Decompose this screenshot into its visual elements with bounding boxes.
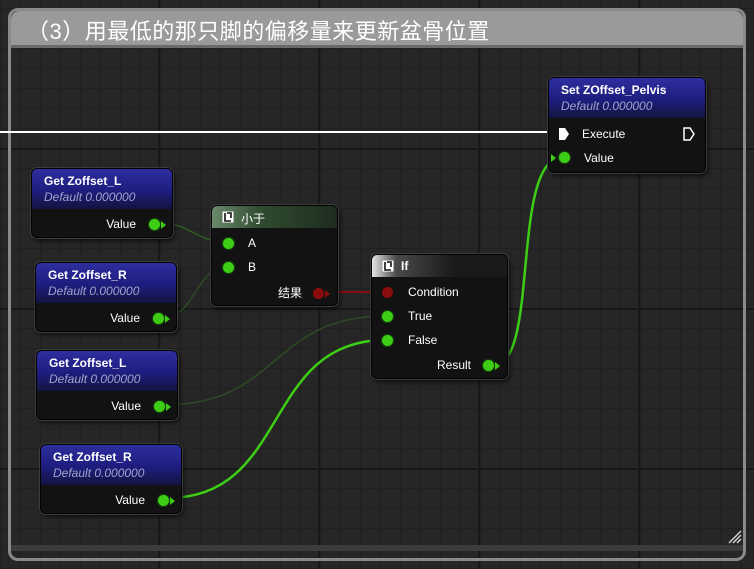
exec-in-pin-icon[interactable] [558, 127, 570, 141]
node-subtitle: Default 0.000000 [48, 284, 140, 298]
value-out-pin[interactable] [153, 313, 164, 324]
value-label: Value [115, 493, 145, 507]
value-label: Value [110, 311, 140, 325]
true-label: True [408, 309, 433, 323]
exec-out-pin-icon[interactable] [683, 127, 695, 141]
function-icon [222, 211, 234, 223]
execute-label: Execute [582, 127, 626, 141]
get-zoffset-r-node-1[interactable]: Get Zoffset_R Default 0.000000 Value [35, 262, 177, 332]
node-subtitle: Default 0.000000 [49, 372, 141, 386]
false-label: False [408, 333, 438, 347]
b-in-pin[interactable] [223, 262, 234, 273]
value-out-arrow-icon [161, 221, 166, 229]
less-than-node[interactable]: 小于 A B 结果 [211, 205, 338, 306]
false-in-pin[interactable] [382, 335, 393, 346]
value-out-pin[interactable] [158, 495, 169, 506]
get-zoffset-l-node-2[interactable]: Get Zoffset_L Default 0.000000 Value [36, 350, 178, 420]
value-out-arrow-icon [165, 315, 170, 323]
graph-canvas[interactable]: （3）用最低的那只脚的偏移量来更新盆骨位置 Set ZOffset_Pelvis… [0, 0, 754, 569]
condition-label: Condition [408, 285, 459, 299]
function-icon [382, 260, 394, 272]
wire-r2-to-false[interactable] [167, 338, 387, 500]
true-in-pin[interactable] [382, 311, 393, 322]
a-in-pin[interactable] [223, 238, 234, 249]
result-out-pin[interactable] [483, 360, 494, 371]
value-label: Value [106, 217, 136, 231]
result-label: Result [437, 358, 472, 372]
value-label: Value [111, 399, 141, 413]
node-title: If [401, 259, 409, 273]
value-out-arrow-icon [166, 403, 171, 411]
get-zoffset-l-node-1[interactable]: Get Zoffset_L Default 0.000000 Value [31, 168, 173, 238]
node-title: Get Zoffset_R [53, 450, 132, 464]
value-out-pin[interactable] [154, 401, 165, 412]
bool-out-arrow-icon [325, 290, 330, 298]
result-label: 结果 [278, 286, 303, 300]
b-label: B [248, 260, 257, 274]
node-title: Get Zoffset_R [48, 268, 127, 282]
wire-l2-to-true[interactable] [163, 315, 387, 406]
node-subtitle: Default 0.000000 [44, 190, 136, 204]
node-subtitle: Default 0.000000 [53, 466, 145, 480]
a-label: A [248, 236, 257, 250]
value-label: Value [584, 151, 614, 165]
value-in-pin[interactable] [559, 152, 570, 163]
bool-out-pin[interactable] [313, 288, 324, 299]
node-title: Get Zoffset_L [44, 174, 122, 188]
node-title: 小于 [241, 212, 266, 226]
value-in-arrow-icon [551, 154, 556, 162]
node-subtitle: Default 0.000000 [561, 99, 653, 113]
value-out-pin[interactable] [149, 219, 160, 230]
node-title: Set ZOffset_Pelvis [561, 83, 667, 97]
set-zoffset-pelvis-node[interactable]: Set ZOffset_Pelvis Default 0.000000 Exec… [548, 77, 706, 173]
value-out-arrow-icon [170, 497, 175, 505]
get-zoffset-r-node-2[interactable]: Get Zoffset_R Default 0.000000 Value [40, 444, 182, 514]
result-out-arrow-icon [495, 362, 500, 370]
node-title: Get Zoffset_L [49, 356, 127, 370]
if-select-node[interactable]: If Condition True False Result [371, 254, 508, 379]
condition-in-pin[interactable] [382, 287, 393, 298]
